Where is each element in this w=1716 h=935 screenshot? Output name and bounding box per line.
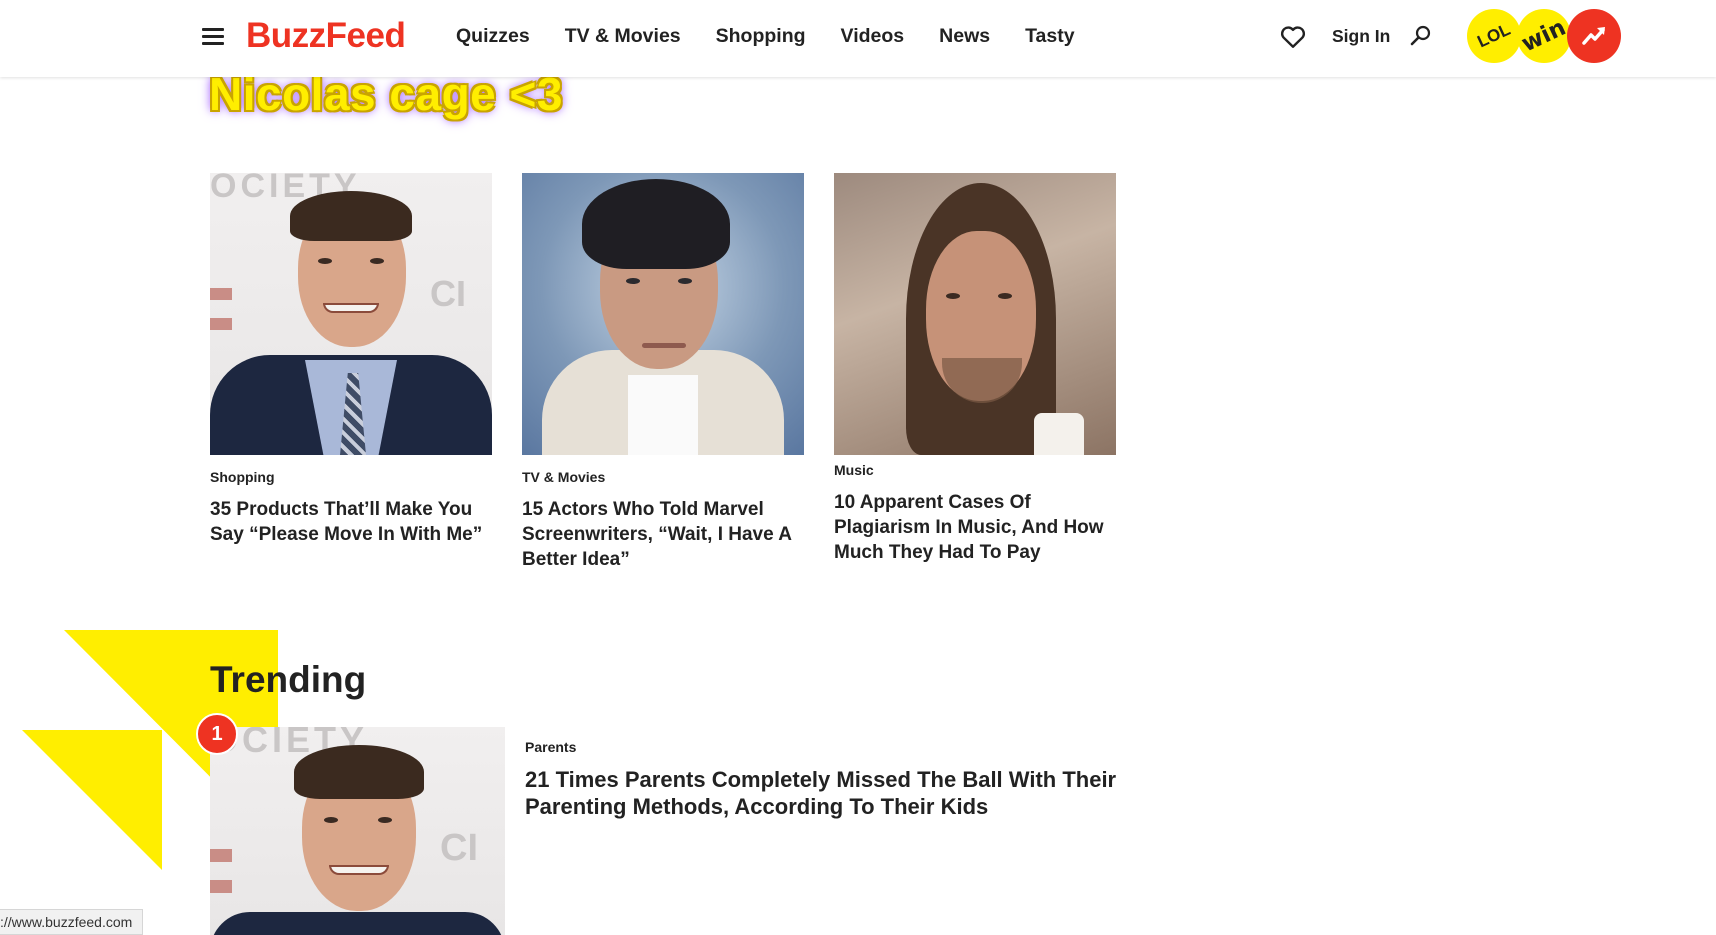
article-card[interactable]: TV & Movies 15 Actors Who Told Marvel Sc… — [522, 173, 804, 572]
lol-badge-label: LOL — [1474, 19, 1514, 52]
article-thumbnail[interactable] — [522, 173, 804, 455]
nav-news[interactable]: News — [939, 22, 990, 50]
article-category[interactable]: TV & Movies — [522, 468, 804, 486]
nav-videos[interactable]: Videos — [841, 22, 905, 50]
article-title[interactable]: 10 Apparent Cases Of Plagiarism In Music… — [834, 490, 1116, 565]
nav-tv-movies[interactable]: TV & Movies — [565, 22, 681, 50]
article-thumbnail[interactable]: OCIETY CI — [210, 173, 492, 455]
buzzfeed-logo[interactable]: BuzzFeed — [246, 14, 406, 58]
site-header: BuzzFeed Quizzes TV & Movies Shopping Vi… — [0, 0, 1716, 77]
decorative-yellow-triangle — [22, 730, 162, 870]
trending-badge[interactable] — [1567, 9, 1621, 63]
status-bar-url: ://www.buzzfeed.com — [0, 909, 144, 935]
trending-heading: Trending — [210, 659, 367, 700]
article-category[interactable]: Shopping — [210, 468, 492, 486]
hamburger-menu-icon[interactable] — [202, 28, 224, 46]
heart-icon[interactable] — [1280, 25, 1306, 49]
trending-title[interactable]: 21 Times Parents Completely Missed The B… — [525, 766, 1125, 820]
search-icon[interactable] — [1409, 24, 1433, 48]
nav-quizzes[interactable]: Quizzes — [456, 22, 530, 50]
trending-thumbnail[interactable]: OCIETY CI — [210, 727, 505, 935]
win-badge-label: win — [1517, 14, 1571, 58]
main-nav: Quizzes TV & Movies Shopping Videos News… — [456, 22, 1110, 50]
lol-badge[interactable]: LOL — [1467, 9, 1521, 63]
trending-category[interactable]: Parents — [525, 738, 576, 756]
article-title[interactable]: 15 Actors Who Told Marvel Screenwriters,… — [522, 497, 804, 572]
article-category[interactable]: Music — [834, 461, 1116, 479]
article-card[interactable]: OCIETY CI Shopping 35 Products That’ll M… — [210, 173, 492, 547]
article-title[interactable]: 35 Products That’ll Make You Say “Please… — [210, 497, 492, 547]
sign-in-link[interactable]: Sign In — [1332, 22, 1390, 50]
nav-shopping[interactable]: Shopping — [716, 22, 806, 50]
article-thumbnail[interactable] — [834, 173, 1116, 455]
article-card[interactable]: Music 10 Apparent Cases Of Plagiarism In… — [834, 173, 1116, 565]
trending-arrow-icon — [1582, 27, 1605, 45]
win-badge[interactable]: win — [1517, 9, 1571, 63]
nav-tasty[interactable]: Tasty — [1025, 22, 1075, 50]
trending-rank-badge: 1 — [196, 713, 238, 755]
